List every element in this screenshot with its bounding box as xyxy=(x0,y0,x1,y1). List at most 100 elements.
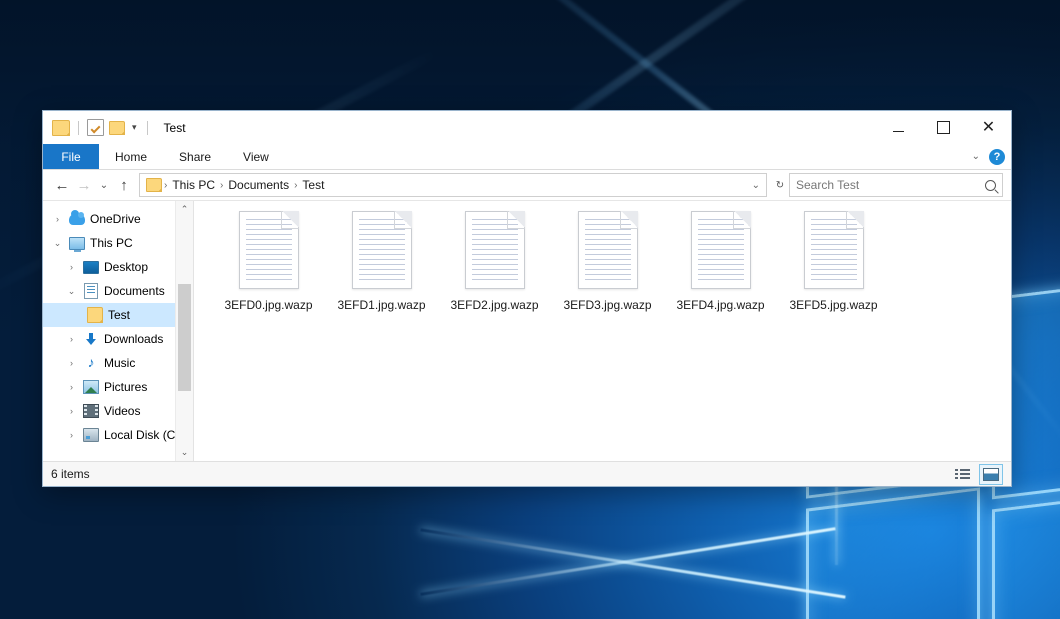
new-folder-icon[interactable] xyxy=(109,121,125,135)
sidebar-item-music[interactable]: › ♪ Music xyxy=(43,351,193,375)
file-item[interactable]: 3EFD3.jpg.wazp xyxy=(551,207,664,312)
toolbar-divider xyxy=(78,121,79,135)
disk-icon xyxy=(83,427,99,443)
file-item[interactable]: 3EFD5.jpg.wazp xyxy=(777,207,890,312)
chevron-down-icon[interactable]: ⌄ xyxy=(51,238,64,249)
sidebar-item-pictures[interactable]: › Pictures xyxy=(43,375,193,399)
windows-logo-pane xyxy=(806,487,980,619)
sidebar-item-test[interactable]: Test xyxy=(43,303,193,327)
status-bar: 6 items xyxy=(43,461,1011,486)
tab-view[interactable]: View xyxy=(227,144,285,169)
back-button[interactable]: ← xyxy=(51,174,73,196)
forward-button[interactable]: → xyxy=(73,174,95,196)
minimize-button[interactable] xyxy=(876,111,921,144)
expand-ribbon-chevron-icon[interactable]: ⌄ xyxy=(972,151,980,162)
file-name-label: 3EFD4.jpg.wazp xyxy=(676,298,764,312)
file-item[interactable]: 3EFD1.jpg.wazp xyxy=(325,207,438,312)
breadcrumb-separator: › xyxy=(162,180,169,191)
breadcrumb-item-documents[interactable]: Documents xyxy=(225,178,292,192)
generic-file-icon xyxy=(239,211,299,289)
recent-locations-button[interactable]: ⌄ xyxy=(95,174,113,196)
sidebar-item-label: Pictures xyxy=(104,380,147,394)
chevron-right-icon[interactable]: › xyxy=(65,334,78,344)
large-icons-view-button[interactable] xyxy=(979,464,1003,485)
breadcrumb[interactable]: › This PC › Documents › Test ⌄ xyxy=(139,173,767,197)
sidebar-item-label: Test xyxy=(108,308,130,322)
file-name-label: 3EFD5.jpg.wazp xyxy=(789,298,877,312)
quick-access-toolbar: ▾ Test xyxy=(43,119,186,136)
file-list-view[interactable]: 3EFD0.jpg.wazp 3EFD1.jpg.wazp 3EFD2.jpg.… xyxy=(194,201,1011,461)
sidebar-item-label: Music xyxy=(104,356,135,370)
file-explorer-window: ▾ Test ✕ File Home Share View ⌄ ? ← → ⌄ … xyxy=(42,110,1012,487)
sidebar-item-this-pc[interactable]: ⌄ This PC xyxy=(43,231,193,255)
sidebar-item-label: Local Disk (C:) xyxy=(104,428,183,442)
tab-home[interactable]: Home xyxy=(99,144,163,169)
file-item[interactable]: 3EFD4.jpg.wazp xyxy=(664,207,777,312)
search-placeholder: Search Test xyxy=(796,178,981,192)
search-input[interactable]: Search Test xyxy=(789,173,1003,197)
maximize-button[interactable] xyxy=(921,111,966,144)
sidebar-item-videos[interactable]: › Videos xyxy=(43,399,193,423)
breadcrumb-item-test[interactable]: Test xyxy=(299,178,327,192)
up-button[interactable]: ↑ xyxy=(113,174,135,196)
sidebar-item-label: OneDrive xyxy=(90,212,141,226)
chevron-right-icon[interactable]: › xyxy=(65,430,78,440)
file-name-label: 3EFD2.jpg.wazp xyxy=(450,298,538,312)
refresh-button[interactable]: ↻ xyxy=(771,174,789,196)
file-item[interactable]: 3EFD0.jpg.wazp xyxy=(212,207,325,312)
sidebar-item-downloads[interactable]: › Downloads xyxy=(43,327,193,351)
chevron-down-icon[interactable]: ⌄ xyxy=(65,286,78,297)
help-button[interactable]: ? xyxy=(989,149,1005,165)
chevron-right-icon[interactable]: › xyxy=(65,406,78,416)
scroll-down-icon[interactable]: ⌄ xyxy=(176,444,193,461)
navigation-pane-scrollbar[interactable]: ⌃ ⌄ xyxy=(175,201,193,461)
ribbon-tab-bar: File Home Share View ⌄ ? xyxy=(43,144,1011,170)
file-name-label: 3EFD3.jpg.wazp xyxy=(563,298,651,312)
breadcrumb-item-this-pc[interactable]: This PC xyxy=(169,178,218,192)
chevron-right-icon[interactable]: › xyxy=(65,262,78,272)
scroll-up-icon[interactable]: ⌃ xyxy=(176,201,193,218)
folder-icon xyxy=(146,178,162,192)
folder-icon xyxy=(87,307,103,323)
computer-icon xyxy=(69,235,85,251)
chevron-right-icon[interactable]: › xyxy=(65,382,78,392)
generic-file-icon xyxy=(352,211,412,289)
file-item[interactable]: 3EFD2.jpg.wazp xyxy=(438,207,551,312)
window-body: › OneDrive ⌄ This PC › Desktop ⌄ xyxy=(43,200,1011,461)
details-view-button[interactable] xyxy=(951,465,973,484)
window-title: Test xyxy=(164,121,186,135)
scrollbar-thumb[interactable] xyxy=(178,284,191,391)
sidebar-item-desktop[interactable]: › Desktop xyxy=(43,255,193,279)
file-grid: 3EFD0.jpg.wazp 3EFD1.jpg.wazp 3EFD2.jpg.… xyxy=(212,207,1011,312)
sidebar-item-label: Documents xyxy=(104,284,165,298)
sidebar-item-onedrive[interactable]: › OneDrive xyxy=(43,207,193,231)
close-button[interactable]: ✕ xyxy=(966,111,1011,144)
navigation-pane: › OneDrive ⌄ This PC › Desktop ⌄ xyxy=(43,201,194,461)
address-dropdown-icon[interactable]: ⌄ xyxy=(752,180,760,191)
file-name-label: 3EFD0.jpg.wazp xyxy=(224,298,312,312)
chevron-right-icon[interactable]: › xyxy=(65,358,78,368)
breadcrumb-right-controls: ⌄ xyxy=(752,180,762,191)
documents-icon xyxy=(83,283,99,299)
downloads-icon xyxy=(83,331,99,347)
breadcrumb-separator: › xyxy=(292,180,299,191)
view-mode-buttons xyxy=(951,464,1003,485)
file-name-label: 3EFD1.jpg.wazp xyxy=(337,298,425,312)
generic-file-icon xyxy=(804,211,864,289)
sidebar-item-label: Videos xyxy=(104,404,140,418)
sidebar-item-local-disk-c[interactable]: › Local Disk (C:) xyxy=(43,423,193,447)
generic-file-icon xyxy=(465,211,525,289)
sidebar-item-label: Downloads xyxy=(104,332,163,346)
tab-file[interactable]: File xyxy=(43,144,99,169)
chevron-right-icon[interactable]: › xyxy=(51,214,64,224)
search-icon[interactable] xyxy=(985,180,996,191)
breadcrumb-separator: › xyxy=(218,180,225,191)
sidebar-item-documents[interactable]: ⌄ Documents xyxy=(43,279,193,303)
properties-checkbox-icon[interactable] xyxy=(87,119,104,136)
tab-share[interactable]: Share xyxy=(163,144,227,169)
videos-icon xyxy=(83,403,99,419)
customize-chevron-icon[interactable]: ▾ xyxy=(130,123,139,132)
folder-icon[interactable] xyxy=(52,120,70,136)
cloud-icon xyxy=(69,211,85,227)
desktop-icon xyxy=(83,259,99,275)
